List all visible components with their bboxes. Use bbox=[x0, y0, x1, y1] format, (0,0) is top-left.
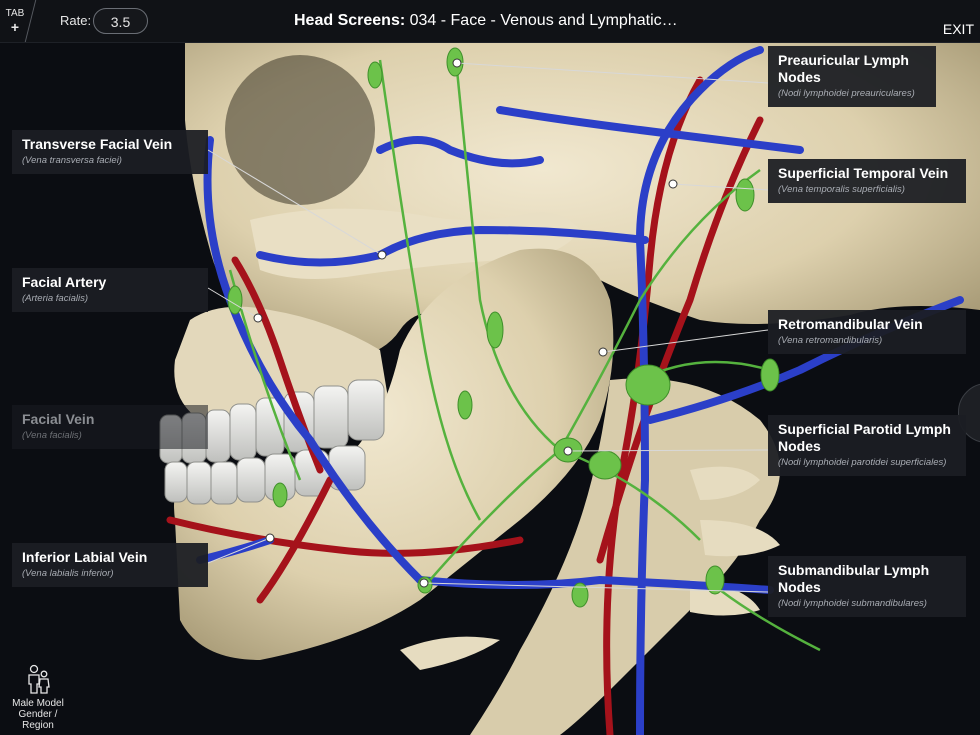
label-name: Facial Vein bbox=[22, 411, 95, 427]
top-toolbar: TAB + Rate: 3.5 Head Screens: 034 - Face… bbox=[0, 0, 980, 43]
title-section: Head Screens: bbox=[294, 12, 406, 29]
label-name: Superficial Parotid Lymph Nodes bbox=[778, 421, 951, 454]
label-name: Preauricular Lymph Nodes bbox=[778, 52, 909, 85]
label-retromandibular-vein[interactable]: Retromandibular Vein (Vena retromandibul… bbox=[768, 310, 966, 354]
label-name: Inferior Labial Vein bbox=[22, 549, 148, 565]
label-latin: (Vena transversa faciei) bbox=[22, 155, 122, 166]
label-facial-vein[interactable]: Facial Vein (Vena facialis) bbox=[12, 405, 208, 449]
gender-region-button[interactable]: Male Model Gender / Region bbox=[6, 664, 70, 732]
label-name: Facial Artery bbox=[22, 274, 107, 290]
label-superficial-temporal-vein[interactable]: Superficial Temporal Vein (Vena temporal… bbox=[768, 159, 966, 203]
label-name: Retromandibular Vein bbox=[778, 316, 923, 332]
label-name: Submandibular Lymph Nodes bbox=[778, 562, 930, 595]
model-line-1: Male Model bbox=[12, 698, 64, 709]
label-submandibular-lymph-nodes[interactable]: Submandibular Lymph Nodes (Nodi lymphoid… bbox=[768, 556, 966, 617]
label-latin: (Arteria facialis) bbox=[22, 293, 88, 304]
label-superficial-parotid-lymph-nodes[interactable]: Superficial Parotid Lymph Nodes (Nodi ly… bbox=[768, 415, 966, 476]
model-line-2: Gender / bbox=[18, 709, 58, 720]
label-name: Superficial Temporal Vein bbox=[778, 165, 949, 181]
label-latin: (Nodi lymphoidei preauriculares) bbox=[778, 88, 915, 99]
label-latin: (Vena facialis) bbox=[22, 430, 82, 441]
label-transverse-facial-vein[interactable]: Transverse Facial Vein (Vena transversa … bbox=[12, 130, 208, 174]
rate-input[interactable]: 3.5 bbox=[93, 8, 148, 34]
label-inferior-labial-vein[interactable]: Inferior Labial Vein (Vena labialis infe… bbox=[12, 543, 208, 587]
exit-button[interactable]: EXIT bbox=[943, 21, 974, 37]
label-preauricular-lymph-nodes[interactable]: Preauricular Lymph Nodes (Nodi lymphoide… bbox=[768, 46, 936, 107]
people-icon bbox=[28, 664, 50, 694]
title-screen-name: 034 - Face - Venous and Lymphatic… bbox=[405, 12, 678, 29]
rate-label: Rate: bbox=[60, 13, 92, 28]
page-title: Head Screens: 034 - Face - Venous and Ly… bbox=[294, 12, 678, 30]
plus-icon: + bbox=[10, 19, 20, 35]
label-name: Transverse Facial Vein bbox=[22, 136, 173, 152]
label-latin: (Vena retromandibularis) bbox=[778, 335, 883, 346]
label-latin: (Vena labialis inferior) bbox=[22, 568, 114, 579]
label-facial-artery[interactable]: Facial Artery (Arteria facialis) bbox=[12, 268, 208, 312]
label-latin: (Nodi lymphoidei submandibulares) bbox=[778, 598, 927, 609]
label-latin: (Vena temporalis superficialis) bbox=[778, 184, 905, 195]
model-line-3: Region bbox=[22, 720, 54, 731]
label-latin: (Nodi lymphoidei parotidei superficiales… bbox=[778, 457, 947, 468]
